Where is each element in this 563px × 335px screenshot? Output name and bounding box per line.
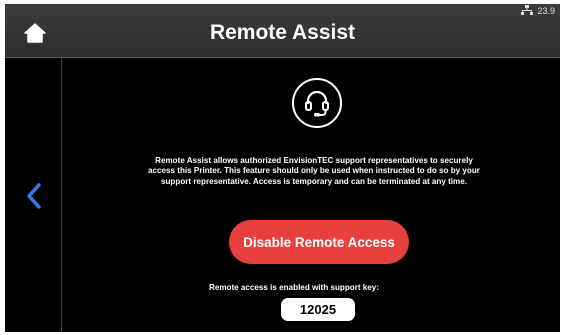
page-title: Remote Assist — [209, 21, 356, 44]
support-key-value: 12025 — [281, 298, 355, 321]
status-bar: 23.9 — [521, 5, 555, 17]
disable-remote-access-button[interactable]: Disable Remote Access — [229, 220, 409, 264]
back-button[interactable] — [19, 178, 49, 218]
header-bar: 23.9 Remote Assist — [5, 4, 560, 58]
headset-support-icon — [292, 78, 342, 128]
remote-assist-panel: Remote Assist allows authorized Envision… — [62, 58, 560, 332]
chevron-left-icon — [26, 182, 42, 214]
support-key-label: Remote access is enabled with support ke… — [208, 283, 380, 292]
network-icon — [521, 5, 534, 17]
left-nav-panel — [5, 58, 62, 332]
status-time: 23.9 — [537, 6, 555, 16]
remote-assist-description: Remote Assist allows authorized Envision… — [148, 156, 480, 186]
app-screen: 23.9 Remote Assist Remote Assist allows … — [5, 4, 560, 332]
